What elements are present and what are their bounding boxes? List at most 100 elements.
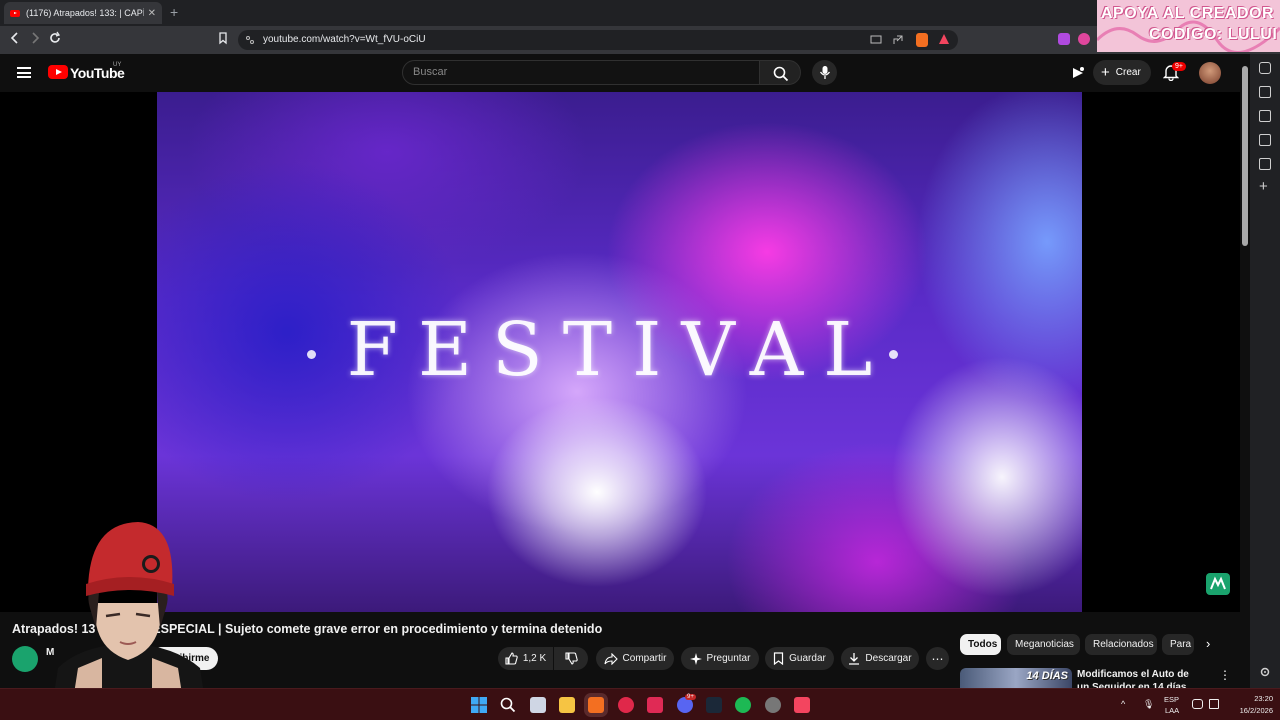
more-dots-icon: ⋯ — [931, 651, 944, 666]
reload-icon[interactable] — [48, 31, 62, 45]
search-icon — [773, 66, 789, 82]
search-input[interactable]: Buscar — [402, 60, 760, 85]
sparkle-icon — [689, 652, 702, 665]
like-count: 1,2 K — [522, 653, 547, 664]
taskbar-search-icon[interactable] — [500, 697, 516, 713]
spotify-icon[interactable] — [735, 697, 751, 713]
playlist-icon[interactable] — [1259, 86, 1271, 98]
youtube-logo-icon[interactable] — [48, 65, 68, 79]
back-arrow-icon[interactable] — [9, 31, 21, 45]
share-label: Compartir — [622, 653, 667, 664]
wallet-icon[interactable] — [1078, 33, 1090, 45]
chip-todos[interactable]: Todos — [960, 634, 1001, 655]
hamburger-menu-icon[interactable] — [17, 67, 31, 78]
tray-mic-icon[interactable]: 🎙 — [1143, 699, 1154, 710]
add-sidebar-item-icon[interactable]: + — [1259, 178, 1268, 195]
tab-title: (1176) Atrapados! 133: | CAPÍTU — [26, 8, 144, 18]
extension-icon[interactable] — [1058, 33, 1070, 45]
clock-time[interactable]: 23:20 — [1243, 694, 1273, 703]
promo-line-1: APOYA AL CREADOR — [1101, 5, 1275, 22]
dislike-button[interactable] — [554, 647, 588, 670]
youtube-header: YouTube UY Buscar + Crear 9+ — [0, 54, 1240, 92]
leo-ai-icon[interactable] — [1259, 62, 1271, 74]
reading-list-icon[interactable] — [1259, 158, 1271, 170]
brave-beta-icon[interactable] — [794, 697, 810, 713]
browser-tab-bar: (1176) Atrapados! 133: | CAPÍTU ✕ + — [0, 0, 1280, 26]
create-button[interactable]: + Crear — [1093, 60, 1151, 85]
forward-arrow-icon[interactable] — [29, 31, 41, 45]
brave-browser-icon[interactable] — [588, 697, 604, 713]
url-text: youtube.com/watch?v=Wt_fVU-oCiU — [263, 34, 426, 45]
save-button[interactable]: Guardar — [765, 647, 834, 670]
user-avatar[interactable] — [1199, 62, 1221, 84]
save-label: Guardar — [789, 653, 826, 664]
youtube-favicon-icon — [10, 9, 20, 17]
creator-promo-banner: APOYA AL CREADOR CODIGO: LULUI — [1097, 0, 1280, 52]
chevron-right-icon[interactable]: › — [1206, 636, 1210, 651]
promo-line-2: CODIGO: LULUI — [1149, 26, 1278, 43]
cast-icon[interactable] — [870, 35, 882, 45]
chip-meganoticias[interactable]: Meganoticias — [1007, 634, 1080, 655]
task-view-icon[interactable] — [530, 697, 546, 713]
obs-icon[interactable] — [765, 697, 781, 713]
share-button[interactable]: Compartir — [596, 647, 674, 670]
brave-rewards-icon[interactable] — [939, 34, 949, 44]
wallet-sidebar-icon[interactable] — [1259, 110, 1271, 122]
search-placeholder: Buscar — [413, 66, 448, 78]
recommendation-more-icon[interactable]: ⋮ — [1219, 668, 1231, 682]
download-label: Descargar — [865, 653, 912, 664]
meganoticias-watermark-icon — [1206, 573, 1230, 595]
more-actions-button[interactable]: ⋯ — [926, 647, 949, 670]
language-indicator[interactable]: ESP — [1164, 695, 1179, 704]
tab-close-icon[interactable]: ✕ — [148, 8, 156, 19]
recommendation-title[interactable]: Modificamos el Auto de un Seguidor en 14… — [1077, 668, 1202, 688]
brave-shields-icon[interactable] — [916, 33, 928, 47]
app-a-icon[interactable] — [647, 697, 663, 713]
bookmark-icon[interactable] — [217, 31, 229, 45]
media-player-icon[interactable] — [618, 697, 634, 713]
create-label: Crear — [1115, 67, 1141, 78]
browser-tab[interactable]: (1176) Atrapados! 133: | CAPÍTU ✕ — [4, 2, 162, 24]
network-icon[interactable] — [1192, 699, 1203, 709]
keyboard-layout-indicator[interactable]: LAA — [1165, 706, 1179, 715]
page-scrollbar[interactable] — [1240, 54, 1250, 688]
address-bar[interactable]: youtube.com/watch?v=Wt_fVU-oCiU — [238, 30, 958, 50]
steam-icon[interactable] — [706, 697, 722, 713]
search-button[interactable] — [759, 60, 801, 85]
microphone-icon — [819, 66, 831, 79]
like-button[interactable]: 1,2 K — [498, 647, 553, 670]
download-button[interactable]: Descargar — [841, 647, 919, 670]
save-bookmark-icon — [774, 652, 784, 665]
plus-icon: + — [1101, 64, 1110, 81]
windows-taskbar: 9+ ^ 🎙 ESP LAA 23:20 16/2/2026 — [0, 688, 1280, 720]
ask-button[interactable]: Preguntar — [681, 647, 759, 670]
volume-icon[interactable] — [1209, 699, 1219, 709]
sidebar-settings-gear-icon[interactable] — [1259, 666, 1271, 678]
video-overlay-text: FESTIVAL — [346, 307, 893, 393]
notification-count-badge: 9+ — [1172, 62, 1186, 71]
windows-start-icon[interactable] — [471, 697, 487, 713]
file-explorer-icon[interactable] — [559, 697, 575, 713]
site-settings-icon[interactable] — [245, 35, 255, 45]
thumbnail-text: 14 DÍAS — [1026, 670, 1068, 682]
recommendation-thumbnail[interactable]: 14 DÍAS — [960, 668, 1072, 688]
share-page-icon[interactable] — [892, 34, 904, 46]
video-frame[interactable]: FESTIVAL — [157, 92, 1082, 612]
voice-search-button[interactable] — [812, 60, 837, 85]
create-clip-icon[interactable] — [1070, 65, 1086, 81]
channel-avatar[interactable] — [12, 646, 38, 672]
browser-toolbar: youtube.com/watch?v=Wt_fVU-oCiU — [0, 26, 1280, 54]
thumbs-up-icon — [505, 652, 518, 665]
new-tab-button[interactable]: + — [170, 4, 178, 20]
festival-dot-right — [889, 350, 898, 359]
bookmarks-icon[interactable] — [1259, 134, 1271, 146]
scrollbar-thumb[interactable] — [1242, 66, 1248, 246]
browser-sidebar: + — [1250, 54, 1280, 688]
download-icon — [849, 653, 860, 665]
clock-date[interactable]: 16/2/2026 — [1223, 706, 1273, 715]
thumbs-down-icon — [564, 652, 578, 665]
tray-expand-icon[interactable]: ^ — [1121, 699, 1125, 709]
share-arrow-icon — [604, 652, 618, 665]
chip-para[interactable]: Para — [1162, 634, 1194, 655]
chip-relacionados[interactable]: Relacionados — [1085, 634, 1157, 655]
